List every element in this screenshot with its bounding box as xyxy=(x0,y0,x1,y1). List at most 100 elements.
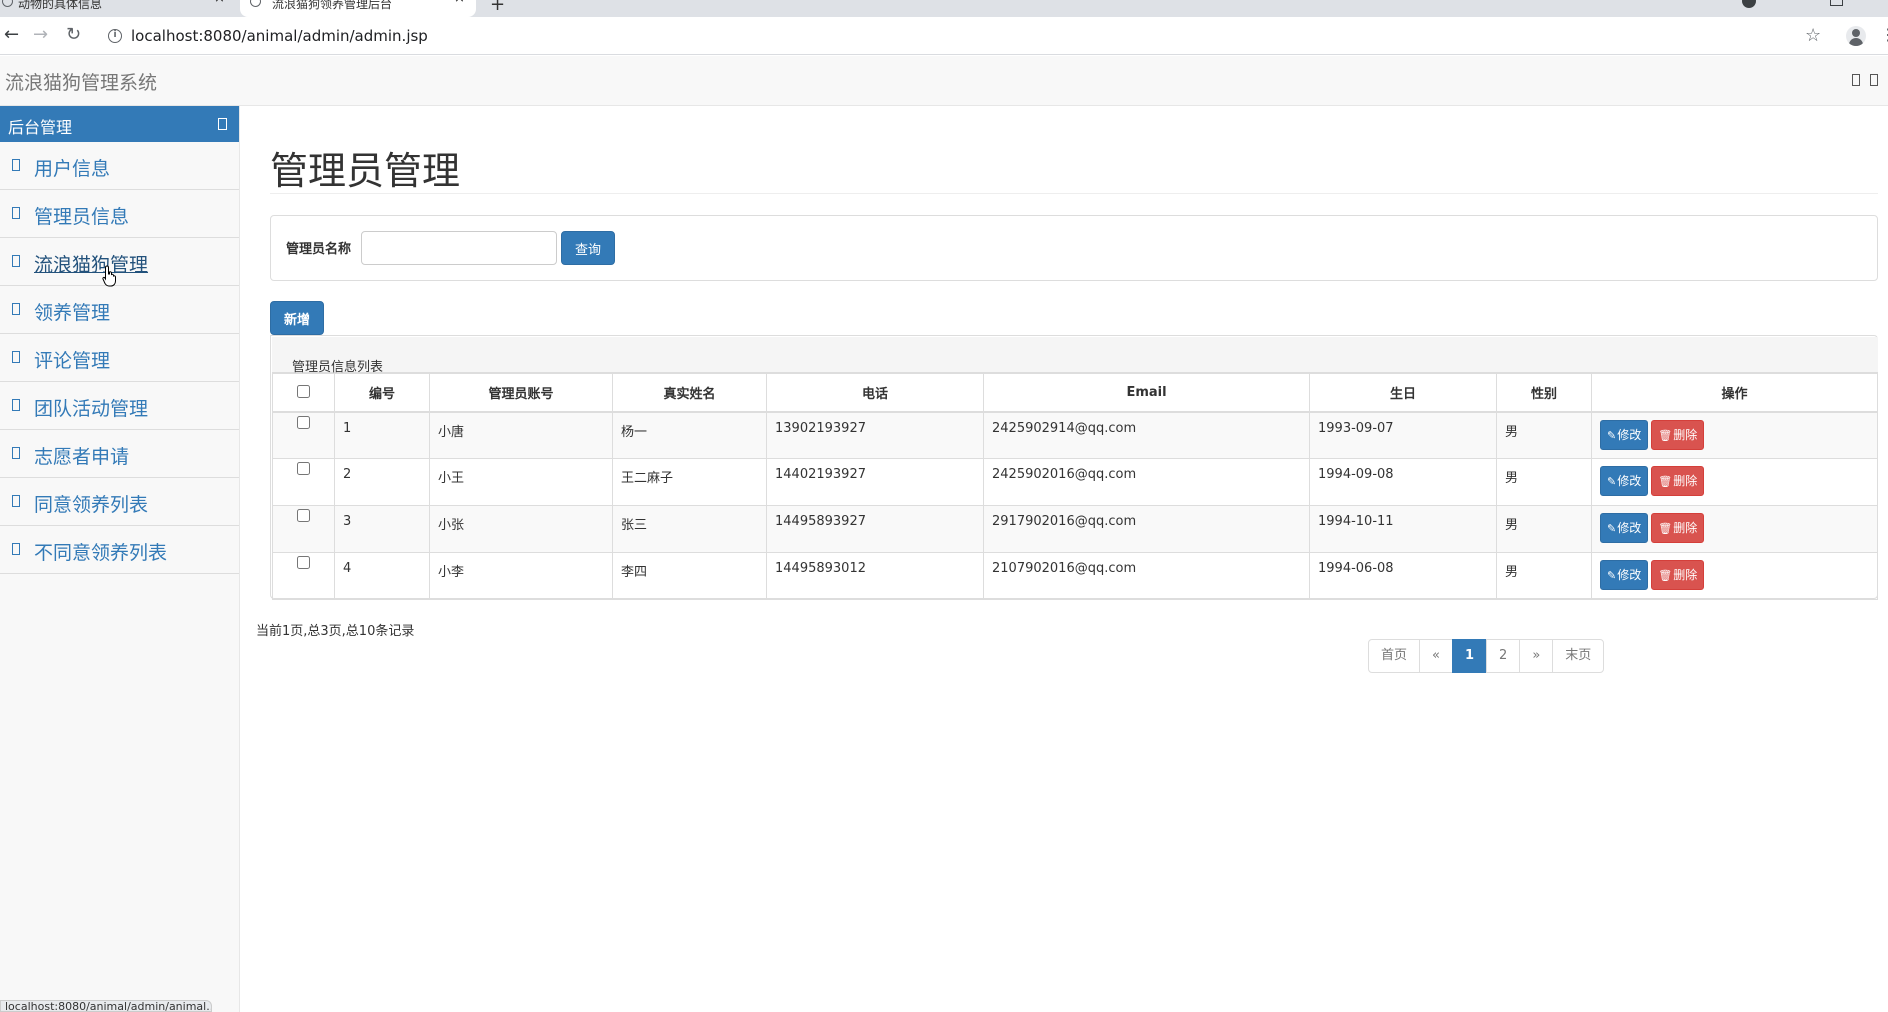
cell-actions: ✎修改 🗑删除 xyxy=(1591,411,1878,459)
sidebar-item-label[interactable]: 用户信息 xyxy=(34,154,110,181)
sidebar-item-label[interactable]: 管理员信息 xyxy=(34,202,129,229)
sidebar-item-team-activities[interactable]: 团队活动管理 xyxy=(0,382,239,430)
browser-tab-1[interactable]: 动物的具体信息 × xyxy=(0,0,230,17)
sidebar-item-label[interactable]: 流浪猫狗管理 xyxy=(34,250,148,277)
row-select-cell xyxy=(272,458,335,506)
sidebar-item-label[interactable]: 评论管理 xyxy=(34,346,110,373)
hand-cursor-icon xyxy=(102,265,116,287)
browser-tabstrip: 动物的具体信息 × 流浪猫狗领养管理后台 × + xyxy=(0,0,1888,17)
menu-icon[interactable]: ⋮ xyxy=(1880,25,1888,44)
row-checkbox[interactable] xyxy=(297,509,310,522)
browser-tab-2-label: 流浪猫狗领养管理后台 xyxy=(272,0,393,11)
pagination-next[interactable]: » xyxy=(1519,639,1554,673)
pencil-icon: ✎ xyxy=(1607,569,1617,582)
cell-phone: 14495893012 xyxy=(766,552,984,600)
admin-table-panel: 管理员信息列表 编号 管理员账号 真实姓名 电话 Email 生日 性别 操作 … xyxy=(270,335,1878,600)
cell-email: 2425902914@qq.com xyxy=(983,411,1310,459)
sidebar-item-label[interactable]: 志愿者申请 xyxy=(34,442,129,469)
status-url-bar: localhost:8080/animal/admin/animal... xyxy=(0,1000,212,1012)
cell-id: 3 xyxy=(334,505,430,553)
pagination-prev[interactable]: « xyxy=(1419,639,1453,673)
app-header: 流浪猫狗管理系统 xyxy=(0,56,1888,106)
sidebar-item-label[interactable]: 领养管理 xyxy=(34,298,110,325)
sidebar-item-label[interactable]: 不同意领养列表 xyxy=(34,538,167,565)
forward-arrow-icon[interactable]: → xyxy=(33,26,48,44)
select-all-checkbox[interactable] xyxy=(297,384,310,398)
extension-icon[interactable] xyxy=(1742,0,1756,8)
pagination-last[interactable]: 末页 xyxy=(1552,639,1605,673)
close-icon[interactable]: × xyxy=(214,0,225,5)
search-panel: 管理员名称 查询 xyxy=(270,215,1878,281)
pagination-page-2[interactable]: 2 xyxy=(1486,639,1521,673)
delete-button-label: 删除 xyxy=(1673,521,1698,535)
table-row: 1 小唐 杨一 13902193927 2425902914@qq.com 19… xyxy=(272,411,1878,459)
window-icon[interactable] xyxy=(1830,0,1843,6)
row-checkbox[interactable] xyxy=(297,462,310,475)
new-tab-icon[interactable]: + xyxy=(490,0,505,15)
cell-email: 2917902016@qq.com xyxy=(983,505,1310,553)
user-icon[interactable] xyxy=(1852,74,1860,86)
back-arrow-icon[interactable]: ← xyxy=(4,26,19,44)
add-button[interactable]: 新增 xyxy=(270,301,324,335)
reload-icon[interactable]: ↻ xyxy=(66,26,81,44)
search-button[interactable]: 查询 xyxy=(561,231,615,265)
sidebar-item-volunteers[interactable]: 志愿者申请 xyxy=(0,430,239,478)
file-icon xyxy=(12,255,20,267)
admin-name-input[interactable] xyxy=(361,231,557,265)
pagination-first[interactable]: 首页 xyxy=(1368,639,1421,673)
file-icon xyxy=(12,351,20,363)
cell-phone: 14495893927 xyxy=(766,505,984,553)
edit-button[interactable]: ✎修改 xyxy=(1600,560,1649,590)
sidebar-item-animals[interactable]: 流浪猫狗管理 xyxy=(0,238,239,286)
browser-tab-2[interactable]: 流浪猫狗领养管理后台 × xyxy=(240,0,476,17)
sidebar-item-comments[interactable]: 评论管理 xyxy=(0,334,239,382)
col-header-id: 编号 xyxy=(334,373,430,413)
close-icon[interactable]: × xyxy=(454,0,465,5)
edit-button[interactable]: ✎修改 xyxy=(1600,466,1649,496)
sidebar-item-label[interactable]: 团队活动管理 xyxy=(34,394,148,421)
cell-account: 小张 xyxy=(429,505,613,553)
edit-button[interactable]: ✎修改 xyxy=(1600,419,1649,450)
row-checkbox[interactable] xyxy=(297,415,310,429)
cell-birthday: 1994-09-08 xyxy=(1309,458,1497,506)
trash-icon: 🗑 xyxy=(1658,569,1673,582)
sidebar-item-adoptions[interactable]: 领养管理 xyxy=(0,286,239,334)
table-row: 2 小王 王二麻子 14402193927 2425902016@qq.com … xyxy=(272,458,1878,506)
admin-name-label: 管理员名称 xyxy=(286,242,352,257)
delete-button[interactable]: 🗑删除 xyxy=(1651,419,1705,450)
profile-icon[interactable] xyxy=(1846,26,1866,46)
sidebar-header[interactable]: 后台管理 xyxy=(0,106,239,142)
sidebar: 后台管理 用户信息 管理员信息 流浪猫狗管理 领养管理 评论管理 团队活动管理 … xyxy=(0,106,240,1012)
page-title: 管理员管理 xyxy=(270,149,461,193)
admin-table: 编号 管理员账号 真实姓名 电话 Email 生日 性别 操作 1 小唐 杨一 … xyxy=(272,373,1878,600)
cell-phone: 14402193927 xyxy=(766,458,984,506)
pagination-page-1[interactable]: 1 xyxy=(1451,639,1488,673)
pencil-icon: ✎ xyxy=(1607,475,1617,488)
col-header-birthday: 生日 xyxy=(1309,373,1497,413)
pagination: 首页 « 1 2 » 末页 xyxy=(1368,639,1605,673)
row-checkbox[interactable] xyxy=(297,556,310,569)
select-all-cell xyxy=(272,373,335,413)
url-text[interactable]: localhost:8080/animal/admin/admin.jsp xyxy=(131,27,428,45)
table-header-row: 编号 管理员账号 真实姓名 电话 Email 生日 性别 操作 xyxy=(272,373,1878,413)
cell-name: 王二麻子 xyxy=(612,458,767,506)
sidebar-item-rejected[interactable]: 不同意领养列表 xyxy=(0,526,239,574)
delete-button[interactable]: 🗑删除 xyxy=(1651,560,1705,590)
info-icon[interactable]: i xyxy=(108,29,122,43)
logout-icon[interactable] xyxy=(1870,74,1878,86)
cell-gender: 男 xyxy=(1496,411,1592,459)
delete-button[interactable]: 🗑删除 xyxy=(1651,466,1705,496)
edit-button[interactable]: ✎修改 xyxy=(1600,513,1649,543)
delete-button[interactable]: 🗑删除 xyxy=(1651,513,1705,543)
sidebar-item-label[interactable]: 同意领养列表 xyxy=(34,490,148,517)
cell-birthday: 1994-10-11 xyxy=(1309,505,1497,553)
brand-title[interactable]: 流浪猫狗管理系统 xyxy=(5,68,157,95)
sidebar-item-admins[interactable]: 管理员信息 xyxy=(0,190,239,238)
star-icon[interactable]: ☆ xyxy=(1805,25,1821,46)
pencil-icon: ✎ xyxy=(1607,522,1617,535)
collapse-icon[interactable] xyxy=(218,118,227,130)
cell-id: 2 xyxy=(334,458,430,506)
sidebar-item-users[interactable]: 用户信息 xyxy=(0,142,239,190)
trash-icon: 🗑 xyxy=(1658,428,1673,442)
sidebar-item-approved[interactable]: 同意领养列表 xyxy=(0,478,239,526)
